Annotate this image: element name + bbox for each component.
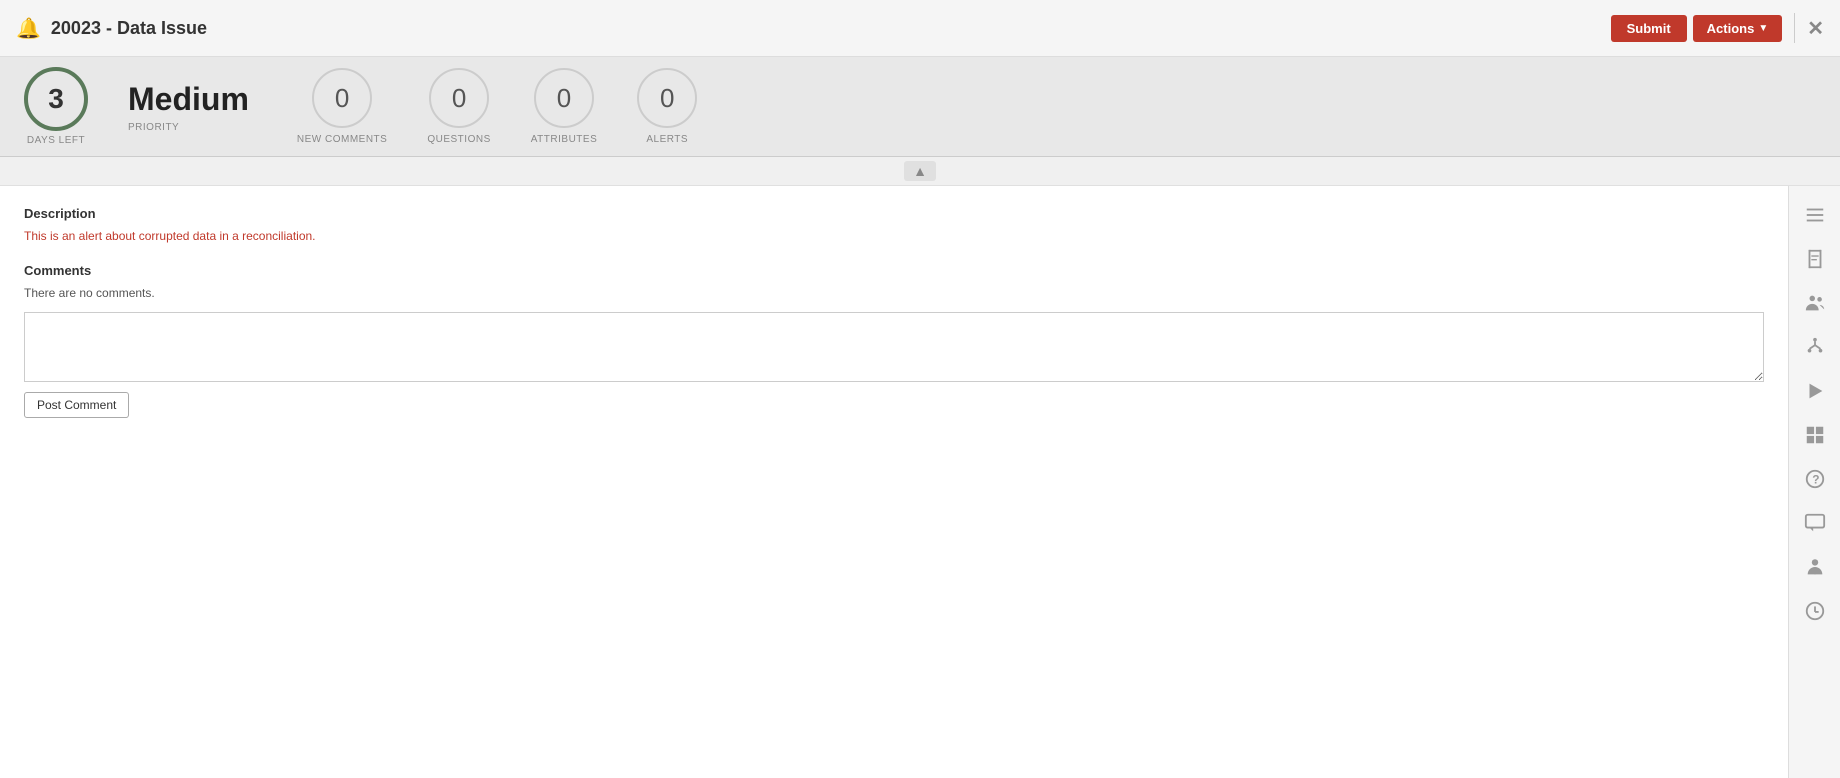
attributes-stat: 0 ATTRIBUTES — [531, 68, 597, 145]
no-comments-text: There are no comments. — [24, 286, 1764, 300]
priority-label: PRIORITY — [128, 122, 179, 133]
alerts-circle: 0 — [637, 68, 697, 128]
priority-value: Medium — [128, 81, 249, 118]
alerts-stat: 0 ALERTS — [637, 68, 697, 145]
svg-text:?: ? — [1812, 473, 1819, 487]
grid-icon — [1804, 424, 1826, 446]
collapse-button[interactable]: ▲ — [904, 161, 936, 181]
questions-stat: 0 QUESTIONS — [427, 68, 490, 145]
new-comments-label: NEW COMMENTS — [297, 134, 387, 145]
users-sidebar-button[interactable] — [1794, 282, 1836, 324]
header-divider — [1794, 13, 1795, 43]
hierarchy-icon — [1804, 336, 1826, 358]
close-button[interactable]: ✕ — [1807, 16, 1824, 41]
list-sidebar-button[interactable] — [1794, 194, 1836, 236]
actions-label: Actions — [1707, 21, 1755, 36]
comment-textarea[interactable] — [24, 312, 1764, 382]
new-comments-circle: 0 — [312, 68, 372, 128]
right-sidebar: ? — [1788, 186, 1840, 778]
new-comments-stat: 0 NEW COMMENTS — [297, 68, 387, 145]
chevron-up-icon: ▲ — [913, 163, 927, 179]
main-layout: Description This is an alert about corru… — [0, 186, 1840, 778]
grid-sidebar-button[interactable] — [1794, 414, 1836, 456]
question-sidebar-button[interactable]: ? — [1794, 458, 1836, 500]
submit-button[interactable]: Submit — [1611, 15, 1687, 42]
post-comment-button[interactable]: Post Comment — [24, 392, 129, 418]
days-left-value: 3 — [48, 83, 64, 115]
header-actions: Submit Actions ▼ ✕ — [1611, 13, 1824, 43]
questions-label: QUESTIONS — [427, 134, 490, 145]
report-sidebar-button[interactable] — [1794, 238, 1836, 280]
attributes-value: 0 — [557, 83, 571, 114]
attributes-circle: 0 — [534, 68, 594, 128]
days-left-stat: 3 DAYS LEFT — [24, 67, 88, 146]
questions-circle: 0 — [429, 68, 489, 128]
description-heading: Description — [24, 206, 1764, 221]
alerts-value: 0 — [660, 83, 674, 114]
play-icon — [1804, 380, 1826, 402]
priority-stat: Medium PRIORITY — [128, 81, 249, 133]
comment-sidebar-button[interactable] — [1794, 502, 1836, 544]
report-icon — [1804, 248, 1826, 270]
users-icon — [1804, 292, 1826, 314]
list-icon — [1804, 204, 1826, 226]
days-left-label: DAYS LEFT — [27, 135, 85, 146]
actions-button[interactable]: Actions ▼ — [1693, 15, 1783, 42]
description-text: This is an alert about corrupted data in… — [24, 229, 1764, 243]
questions-value: 0 — [452, 83, 466, 114]
collapse-bar: ▲ — [0, 157, 1840, 186]
stats-bar: 3 DAYS LEFT Medium PRIORITY 0 NEW COMMEN… — [0, 57, 1840, 157]
alerts-label: ALERTS — [646, 134, 688, 145]
comments-heading: Comments — [24, 263, 1764, 278]
bell-icon: 🔔 — [16, 16, 41, 41]
clock-sidebar-button[interactable] — [1794, 590, 1836, 632]
chevron-down-icon: ▼ — [1758, 23, 1768, 34]
new-comments-value: 0 — [335, 83, 349, 114]
question-icon: ? — [1804, 468, 1826, 490]
page-title: 20023 - Data Issue — [51, 18, 1611, 39]
play-sidebar-button[interactable] — [1794, 370, 1836, 412]
comment-icon — [1804, 512, 1826, 534]
stat-circle-group: 0 NEW COMMENTS 0 QUESTIONS 0 ATTRIBUTES … — [297, 68, 697, 145]
clock-icon — [1804, 600, 1826, 622]
days-circle: 3 — [24, 67, 88, 131]
hierarchy-sidebar-button[interactable] — [1794, 326, 1836, 368]
team-icon — [1804, 556, 1826, 578]
content-area: Description This is an alert about corru… — [0, 186, 1788, 778]
attributes-label: ATTRIBUTES — [531, 134, 597, 145]
team-sidebar-button[interactable] — [1794, 546, 1836, 588]
header: 🔔 20023 - Data Issue Submit Actions ▼ ✕ — [0, 0, 1840, 57]
